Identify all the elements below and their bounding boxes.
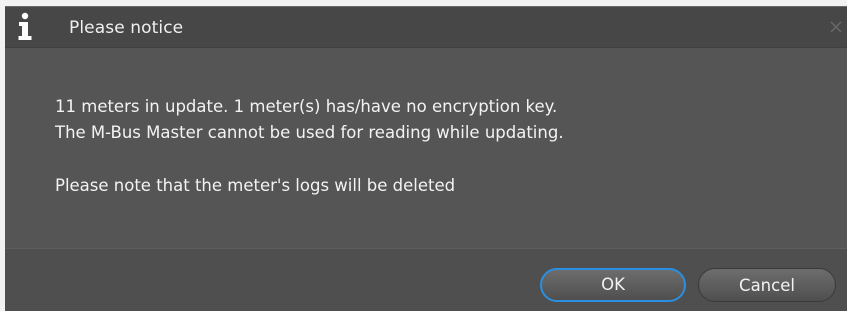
dialog-button-bar: OK Cancel: [5, 248, 847, 311]
message-line: The M-Bus Master cannot be used for read…: [55, 123, 564, 142]
dialog-message: 11 meters in update. 1 meter(s) has/have…: [55, 94, 564, 199]
close-icon[interactable]: [829, 20, 843, 34]
cancel-button[interactable]: Cancel: [698, 268, 836, 302]
info-icon: [18, 12, 32, 40]
message-line: Please note that the meter's logs will b…: [55, 176, 456, 195]
dialog-title: Please notice: [69, 18, 184, 38]
ok-button[interactable]: OK: [540, 268, 686, 302]
notice-dialog: Please notice 11 meters in update. 1 met…: [5, 6, 847, 311]
dialog-titlebar: Please notice: [5, 7, 847, 48]
message-line: 11 meters in update. 1 meter(s) has/have…: [55, 97, 558, 116]
